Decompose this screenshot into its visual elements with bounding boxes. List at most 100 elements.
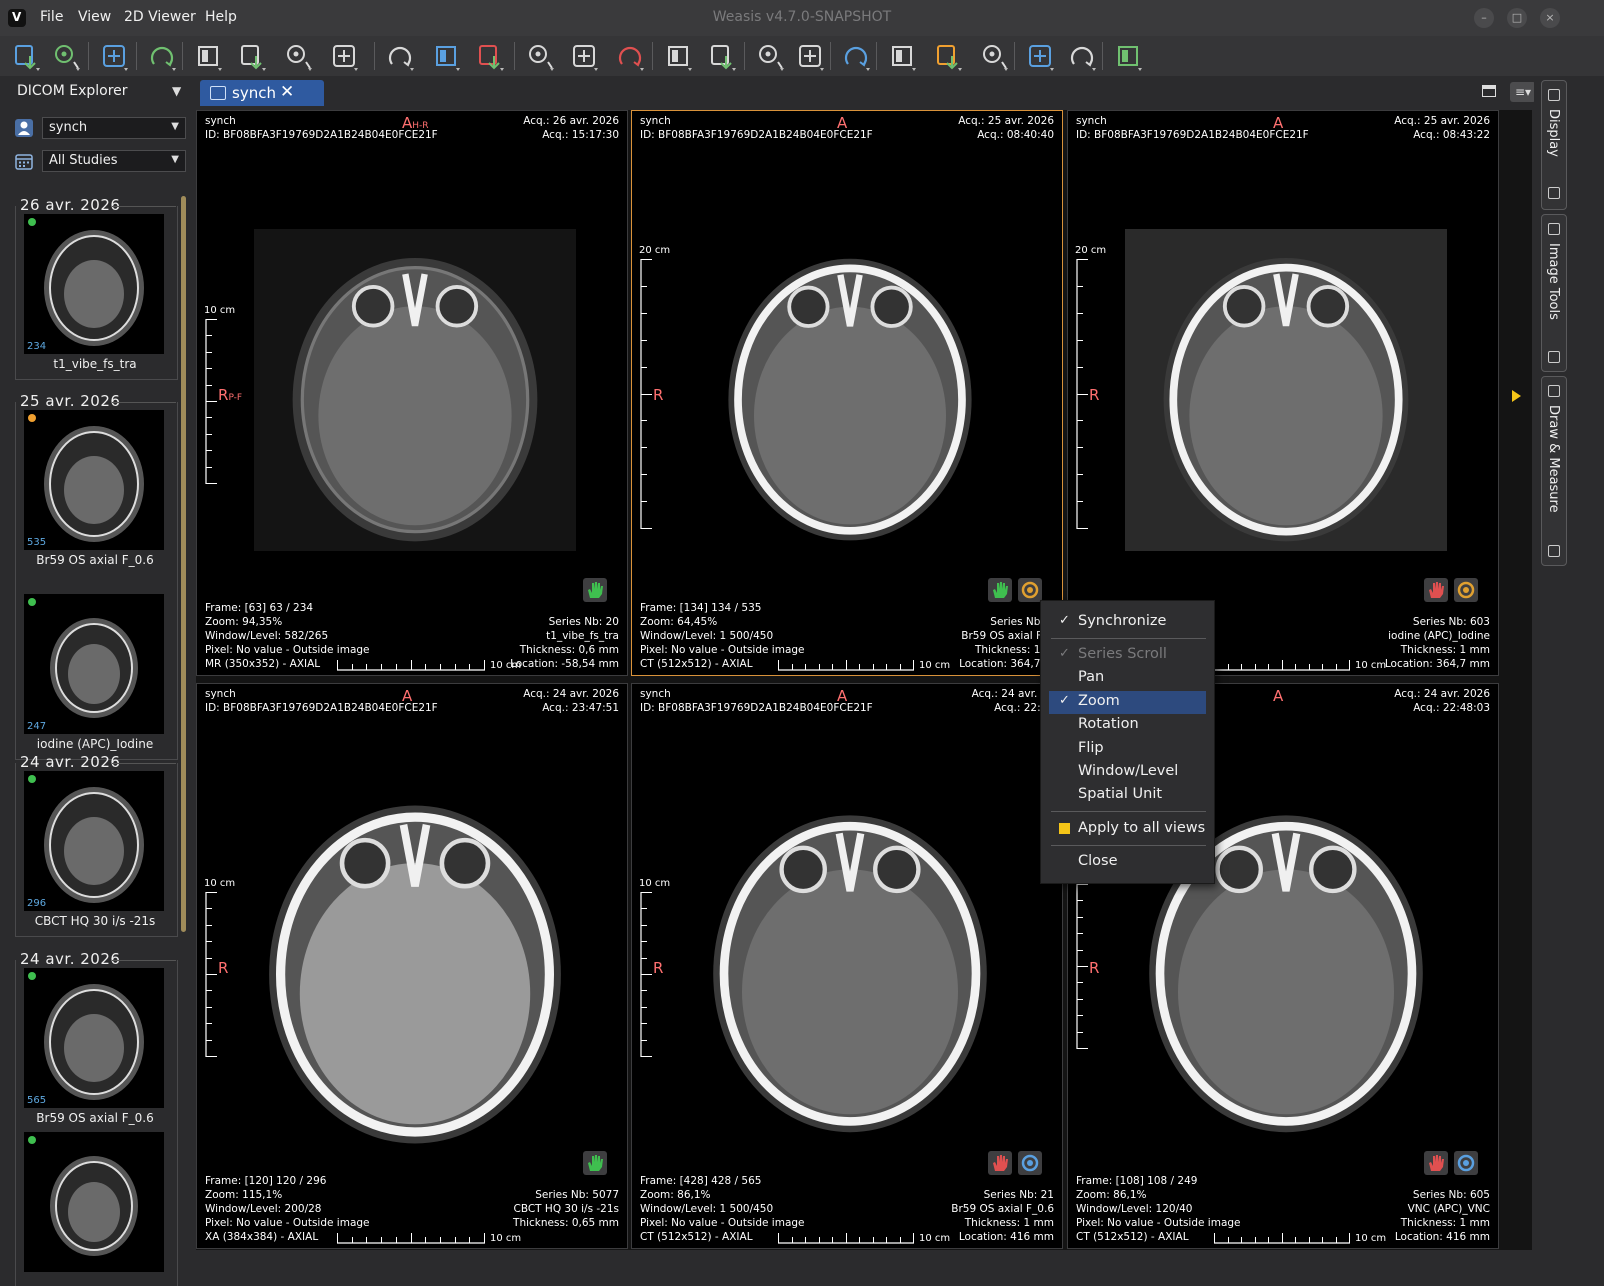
dock-tab-display[interactable]: Display [1541,80,1567,210]
mouse-action-button[interactable] [988,1151,1012,1175]
menu-item-label: Rotation [1078,716,1139,732]
import-cd-button[interactable] [50,40,82,72]
mouse-action-button[interactable] [1424,1151,1448,1175]
orientation-left: R [218,959,228,977]
mouse-zoom-button[interactable] [192,40,224,72]
viewport-1[interactable]: synch ID: BF08BFA3F19769D2A1B24B04E0FCE21… [196,110,628,676]
medical-image [713,815,987,1133]
overlay-top-right: Acq.: 25 avr. 2026 Acq.: 08:43:22 [1394,114,1490,142]
overlay-text: Acq.: 25 avr. 2026 [958,115,1054,127]
tab-close-icon[interactable]: ✕ [280,82,294,102]
maximize-view-icon[interactable] [1482,85,1496,97]
menu-item-window-level[interactable]: Window/Level [1041,761,1216,784]
orientation-top: A [837,114,847,132]
lut-button[interactable] [932,40,964,72]
viewport-4[interactable]: synch ID: BF08BFA3F19769D2A1B24B04E0FCE21… [196,683,628,1249]
zoom-button[interactable] [662,40,694,72]
menu-file[interactable]: File [40,9,63,25]
menu-help[interactable]: Help [205,9,237,25]
overlay-top-right: Acq.: 25 avr. 2026 Acq.: 08:40:40 [958,114,1054,142]
thumbnail-scrollbar[interactable] [181,196,186,932]
viewer-tab-bar: synch ✕ ≡▾ [192,78,1536,106]
menu-item-label: Pan [1078,669,1105,685]
menu-item-pan[interactable]: Pan [1041,667,1216,690]
medical-image [254,229,576,551]
horizontal-scale-label: 10 cm [1355,660,1387,671]
menu-separator [1051,638,1206,639]
viewport-5[interactable]: synch ID: BF08BFA3F19769D2A1B24B04E0FCE21… [631,683,1063,1249]
viewport-2[interactable]: synch ID: BF08BFA3F19769D2A1B24B04E0FCE21… [631,110,1063,676]
cine-button[interactable] [840,40,872,72]
invert-button[interactable] [978,40,1010,72]
menu-item-spatial-unit[interactable]: Spatial Unit [1041,784,1216,807]
maximize-button[interactable]: □ [1507,8,1527,28]
patient-combo[interactable]: synch ▼ [42,117,186,139]
measure-select-icon [573,45,598,71]
mouse-action-button[interactable] [988,578,1012,602]
crosshair-select-button[interactable] [524,40,556,72]
menu-item-rotation[interactable]: Rotation [1041,714,1216,737]
overlay-top-right: Acq.: 24 avr. 2026 Acq.: 23:47:51 [523,687,619,715]
menu-2d-viewer[interactable]: 2D Viewer [124,9,196,25]
window-level-button[interactable] [886,40,918,72]
orientation-left: R [1089,959,1099,977]
studies-combo[interactable]: All Studies ▼ [42,150,186,172]
title-bar: File View 2D Viewer Help Weasis v4.7.0-S… [0,0,1604,36]
mpr-button[interactable] [1024,40,1056,72]
synch-button[interactable] [430,40,462,72]
minimize-button[interactable]: – [1474,8,1494,28]
synch-status-button[interactable] [1454,578,1478,602]
overlay-text: Acq.: 25 avr. 2026 [1394,115,1490,127]
rotate-button[interactable] [754,40,786,72]
layout-button[interactable] [384,40,416,72]
import-dicom-button[interactable] [10,40,42,72]
vertical-scale-ruler [1076,259,1088,529]
synch-status-button[interactable] [1018,1151,1042,1175]
tools-icon [1070,46,1096,71]
mouse-action-button[interactable] [583,578,607,602]
menu-item-apply-to-all-views[interactable]: Apply to all views [1041,818,1216,841]
overlay-text: CBCT HQ 30 i/s -21s [513,1203,619,1215]
horizontal-scale-label: 10 cm [919,1233,951,1244]
dock-tab-draw-measure[interactable]: Draw & Measure [1541,376,1567,566]
orientation-left: R [653,386,663,404]
overlay-text: t1_vibe_fs_tra [546,630,619,642]
measure-select-button[interactable] [568,40,600,72]
vertical-scale-label: 20 cm [1075,245,1107,256]
synch-status-button[interactable] [1018,578,1042,602]
tab-synch[interactable]: synch ✕ [200,80,324,106]
synch-status-button[interactable] [1454,1151,1478,1175]
explorer-menu-button[interactable]: ▼ [172,84,181,98]
mouse-select-button[interactable] [236,40,268,72]
reset-button[interactable] [474,40,506,72]
flip-button[interactable] [794,40,826,72]
layers-menu-icon[interactable]: ≡▾ [1510,82,1536,102]
toolbar-separator [1014,42,1015,70]
menu-view[interactable]: View [78,9,111,25]
mouse-action-button[interactable] [583,1151,607,1175]
export-dicom-button[interactable] [98,40,130,72]
menu-item-synchronize[interactable]: ✓ Synchronize [1041,611,1216,634]
toolbar-separator [136,42,137,70]
dock-tab-image-tools[interactable]: Image Tools [1541,214,1567,372]
menu-item-label: Zoom [1078,693,1120,709]
3d-button[interactable] [1112,40,1144,72]
mouse-pan-icon [333,45,358,71]
pan-button[interactable] [706,40,738,72]
overlay-text: Location: 364,7 mm [1384,658,1490,670]
overlay-text: Zoom: 86,1% [640,1189,711,1201]
export-image-button[interactable] [146,40,178,72]
viewport-3[interactable]: synch ID: BF08BFA3F19769D2A1B24B04E0FCE21… [1067,110,1499,676]
hand-icon [588,582,603,598]
overlay-text: Window/Level: 1 500/450 [640,1203,774,1215]
mouse-scroll-button[interactable] [282,40,314,72]
menu-item-flip[interactable]: Flip [1041,738,1216,761]
mouse-action-button[interactable] [1424,578,1448,602]
menu-item-close[interactable]: Close [1041,851,1216,874]
tools-button[interactable] [1066,40,1098,72]
delete-measure-button[interactable] [614,40,646,72]
mouse-pan-button[interactable] [328,40,360,72]
menu-item-zoom[interactable]: ✓ Zoom [1049,691,1206,714]
dock-collapse-marker-icon[interactable] [1512,390,1521,402]
close-window-button[interactable]: × [1540,8,1560,28]
